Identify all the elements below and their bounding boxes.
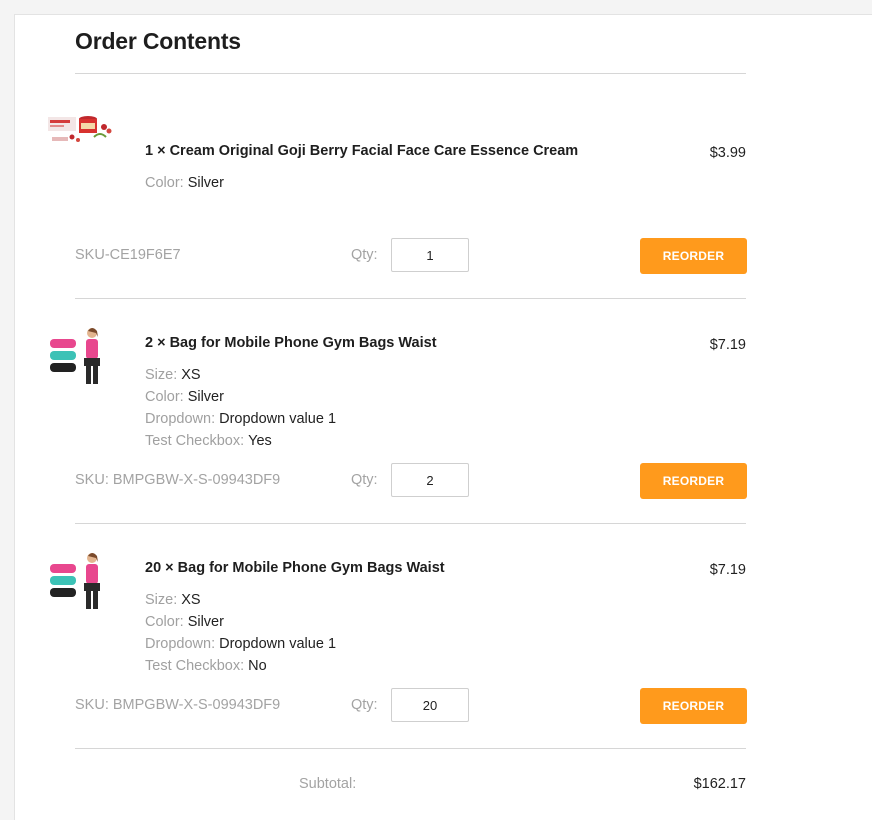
option-key: Color: [145,175,184,191]
product-name[interactable]: 1 × Cream Original Goji Berry Facial Fac… [145,143,578,159]
option-color: Color: Silver [145,175,224,191]
divider [75,523,746,524]
option-value: No [248,658,267,674]
sku-text: SKU-CE19F6E7 [75,247,181,263]
option-value: Dropdown value 1 [219,636,337,652]
option-value: Silver [187,389,224,405]
option-key: Test Checkbox: [145,658,245,674]
option-color: Color: Silver [145,389,224,405]
option-value: Silver [187,614,224,630]
sku-label: SKU: [75,697,109,713]
option-key: Test Checkbox: [145,433,245,449]
divider [75,298,746,299]
option-value: Dropdown value 1 [219,411,337,427]
subtotal-label: Subtotal: [299,776,357,792]
quantity-input[interactable] [391,688,469,722]
option-value: Yes [248,433,272,449]
quantity-input[interactable] [391,238,469,272]
subtotal-value: $162.17 [693,776,746,792]
option-key: Dropdown: [145,636,216,652]
sku-value: BMPGBW-X-S-09943DF9 [112,472,281,488]
sku-label: SKU: [75,472,109,488]
option-size: Size: XS [145,367,201,383]
product-price: $7.19 [709,562,746,578]
product-name[interactable]: 2 × Bag for Mobile Phone Gym Bags Waist [145,335,437,351]
option-value: XS [181,367,201,383]
qty-label: Qty: [351,247,378,263]
option-test-checkbox: Test Checkbox: Yes [145,433,272,449]
option-dropdown: Dropdown: Dropdown value 1 [145,411,336,427]
divider [75,748,746,749]
option-key: Color: [145,614,184,630]
product-image-goji-cream[interactable] [48,113,114,179]
sku-value: BMPGBW-X-S-09943DF9 [112,697,281,713]
option-test-checkbox: Test Checkbox: No [145,658,267,674]
page-title: Order Contents [75,28,241,54]
product-image-gym-bag[interactable] [48,325,114,391]
option-key: Size: [145,592,178,608]
reorder-button[interactable]: REORDER [640,238,747,274]
sku-text: SKU: BMPGBW-X-S-09943DF9 [75,697,280,713]
quantity-input[interactable] [391,463,469,497]
reorder-button[interactable]: REORDER [640,688,747,724]
option-value: Silver [187,175,224,191]
qty-label: Qty: [351,472,378,488]
option-color: Color: Silver [145,614,224,630]
sku-text: SKU: BMPGBW-X-S-09943DF9 [75,472,280,488]
option-key: Size: [145,367,178,383]
product-name[interactable]: 20 × Bag for Mobile Phone Gym Bags Waist [145,560,445,576]
product-image-gym-bag[interactable] [48,550,114,616]
option-value: XS [181,592,201,608]
product-price: $7.19 [709,337,746,353]
option-dropdown: Dropdown: Dropdown value 1 [145,636,336,652]
option-size: Size: XS [145,592,201,608]
product-price: $3.99 [709,145,746,161]
qty-label: Qty: [351,697,378,713]
option-key: Color: [145,389,184,405]
divider [75,73,746,74]
reorder-button[interactable]: REORDER [640,463,747,499]
sku-value: SKU-CE19F6E7 [75,247,181,263]
order-contents-panel: Order Contents 1 × Cream Original Goji B… [14,14,872,820]
option-key: Dropdown: [145,411,216,427]
